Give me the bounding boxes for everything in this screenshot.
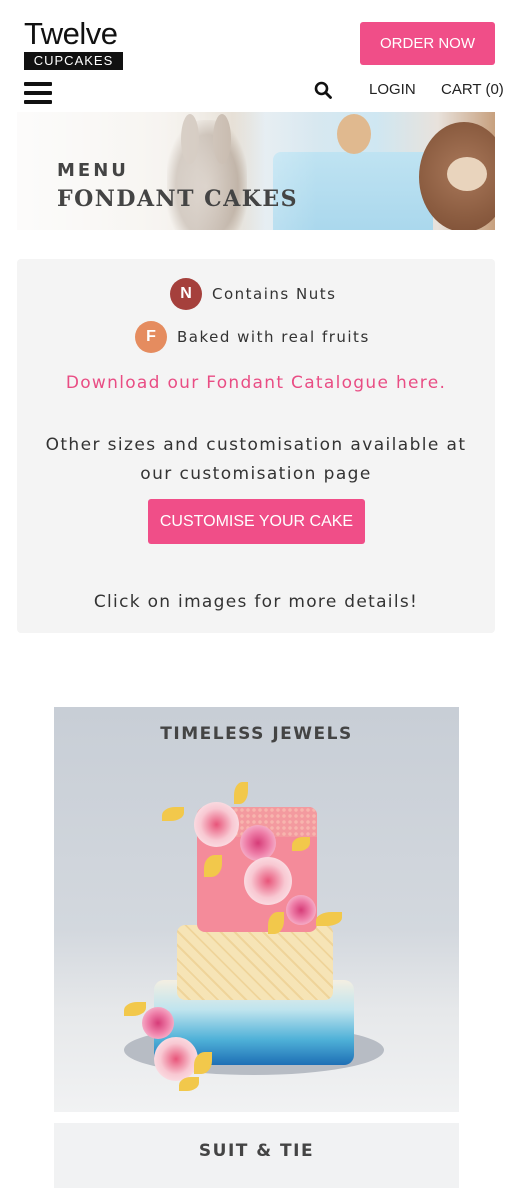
- banner-subtitle: MENU: [57, 160, 129, 181]
- nuts-badge-icon: N: [170, 278, 202, 310]
- legend-item-fruits: F Baked with real fruits: [135, 321, 370, 353]
- legend-item-nuts: N Contains Nuts: [170, 278, 336, 310]
- product-name: SUIT & TIE: [198, 1141, 315, 1161]
- search-icon[interactable]: [314, 81, 332, 99]
- banner-bear-topper-image: [337, 114, 371, 154]
- product-card[interactable]: SUIT & TIE: [54, 1123, 459, 1188]
- login-link[interactable]: LOGIN: [369, 81, 416, 98]
- order-now-button[interactable]: ORDER NOW: [360, 22, 495, 65]
- legend-label: Contains Nuts: [212, 285, 337, 303]
- info-panel: N Contains Nuts F Baked with real fruits…: [17, 259, 495, 633]
- logo-wordmark-bottom: CUPCAKES: [24, 52, 123, 70]
- fruits-badge-icon: F: [135, 321, 167, 353]
- product-name: TIMELESS JEWELS: [160, 724, 353, 744]
- logo[interactable]: Twelve CUPCAKES: [24, 18, 124, 72]
- customise-cake-button[interactable]: CUSTOMISE YOUR CAKE: [148, 499, 365, 544]
- catalogue-download-link[interactable]: Download our Fondant Catalogue here.: [17, 373, 495, 393]
- customisation-note: Other sizes and customisation available …: [45, 435, 467, 484]
- hamburger-menu-icon[interactable]: [24, 80, 52, 106]
- cart-link[interactable]: CART (0): [441, 81, 504, 98]
- product-card[interactable]: TIMELESS JEWELS: [54, 707, 459, 1112]
- logo-wordmark-top: Twelve: [24, 16, 118, 51]
- page-banner: MENU FONDANT CAKES: [17, 112, 495, 230]
- click-hint-text: Click on images for more details!: [93, 592, 419, 612]
- legend-label: Baked with real fruits: [177, 328, 370, 346]
- page-title: FONDANT CAKES: [57, 186, 299, 212]
